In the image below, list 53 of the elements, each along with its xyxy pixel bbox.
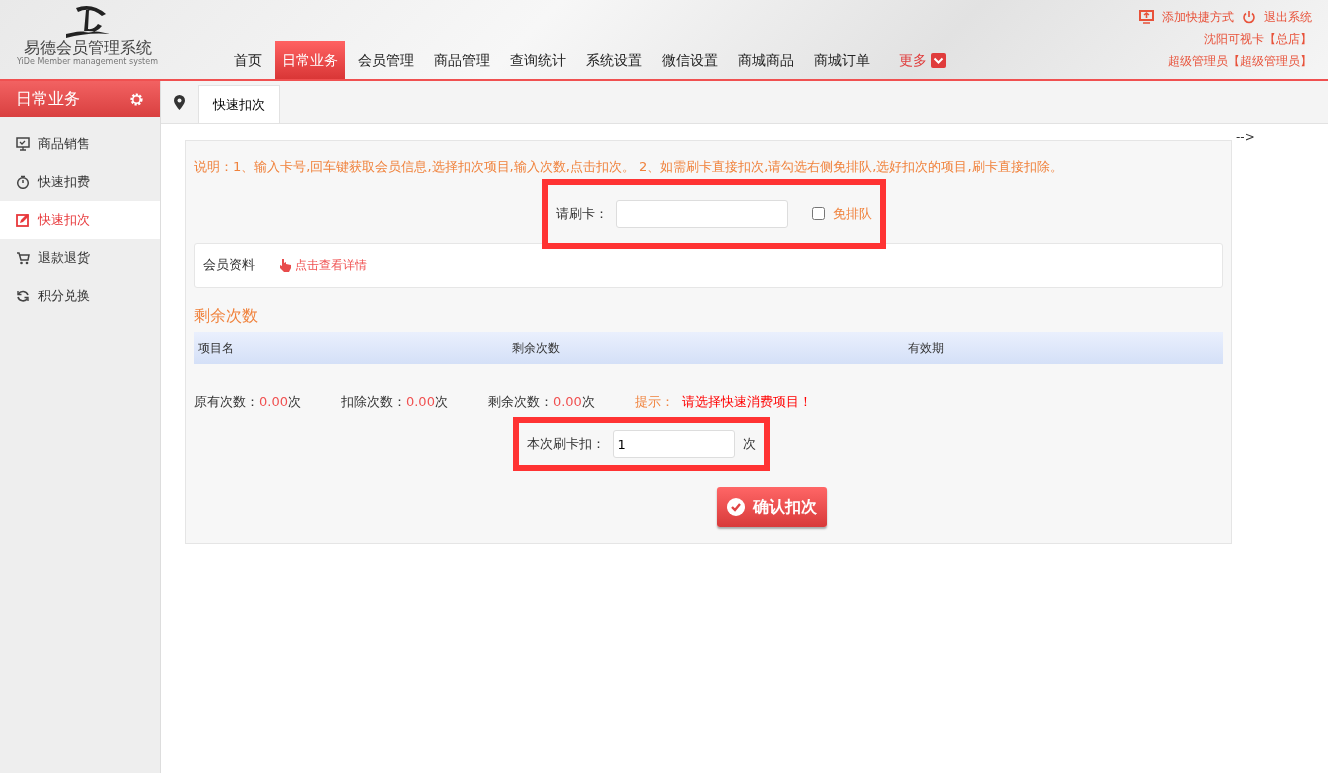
dropdown-caret-icon [931, 53, 946, 68]
checkbox-label: 免排队 [832, 204, 872, 223]
nav-tab[interactable]: 查询统计 [503, 41, 573, 79]
section-title: 剩余次数 [194, 304, 259, 327]
deduct-count-field[interactable]: 1 [612, 430, 735, 458]
sidebar-item[interactable]: 商品销售 [0, 125, 160, 163]
nav-tab[interactable]: 会员管理 [351, 41, 421, 79]
sidebar-title: 日常业务 [16, 88, 80, 110]
column-header: 项目名 [198, 339, 235, 357]
nav-tab[interactable]: 首页 [227, 41, 269, 79]
settings-icon[interactable] [129, 91, 144, 107]
nav-tab[interactable]: 商城商品 [731, 41, 801, 79]
monitor-icon [1139, 10, 1154, 24]
hint-label: 提示： [634, 392, 674, 411]
monitor-icon [16, 137, 30, 151]
sidebar-item[interactable]: 快速扣费 [0, 163, 160, 201]
cart-icon [16, 251, 30, 265]
stat-text: 剩余次数：0.00次 [487, 392, 595, 411]
confirm-deduct-button[interactable]: 确认扣次 [716, 487, 827, 527]
stat-text: 扣除次数：0.00次 [340, 392, 448, 411]
instructions-text: 说明：1、输入卡号,回车键获取会员信息,选择扣次项目,输入次数,点击扣次。 2、如需刷卡直接扣次,请勾选右侧免排队,选好扣次的项目,刷卡直接扣除。 [194, 158, 1064, 176]
pointing-hand-icon [279, 258, 291, 272]
stopwatch-icon [16, 175, 30, 189]
edit-icon [16, 213, 30, 227]
column-header: 剩余次数 [512, 339, 561, 357]
sidebar-item[interactable]: 积分兑换 [0, 277, 160, 315]
field-label: 请刷卡： [555, 204, 608, 223]
hint-text: 请选择快速消费项目！ [681, 392, 812, 411]
page-tab[interactable]: 快速扣次 [198, 85, 280, 123]
sidebar-item[interactable]: 退款退货 [0, 239, 160, 277]
logo-title: 易德会员管理系统 [23, 40, 152, 56]
nav-tab[interactable]: 微信设置 [655, 41, 725, 79]
card-input-field[interactable] [615, 199, 788, 228]
location-pin-icon [174, 94, 185, 110]
nav-tab[interactable]: 商品管理 [427, 41, 497, 79]
field-label: 本次刷卡扣： [526, 435, 605, 454]
refresh-icon [16, 289, 30, 303]
skip-queue-checkbox[interactable] [811, 207, 825, 220]
logo-subtitle: YiDe Member management system [17, 56, 158, 68]
stray-text: --> [1236, 129, 1255, 146]
stat-text: 原有次数：0.00次 [194, 392, 301, 411]
nav-tab[interactable]: 日常业务 [275, 41, 345, 79]
column-header: 有效期 [908, 339, 944, 357]
power-icon [1242, 10, 1256, 24]
store-name: 沈阳可视卡【总店】 [1204, 31, 1312, 48]
sidebar-item[interactable]: 快速扣次 [0, 201, 160, 239]
nav-tab[interactable]: 系统设置 [579, 41, 649, 79]
member-info-label: 会员资料 [203, 256, 255, 275]
view-details-link[interactable]: 点击查看详情 [295, 256, 367, 274]
check-circle-icon [726, 498, 745, 516]
unit-label: 次 [742, 435, 756, 454]
nav-tab[interactable]: 商城订单 [807, 41, 877, 79]
user-role: 超级管理员【超级管理员】 [1168, 53, 1312, 70]
